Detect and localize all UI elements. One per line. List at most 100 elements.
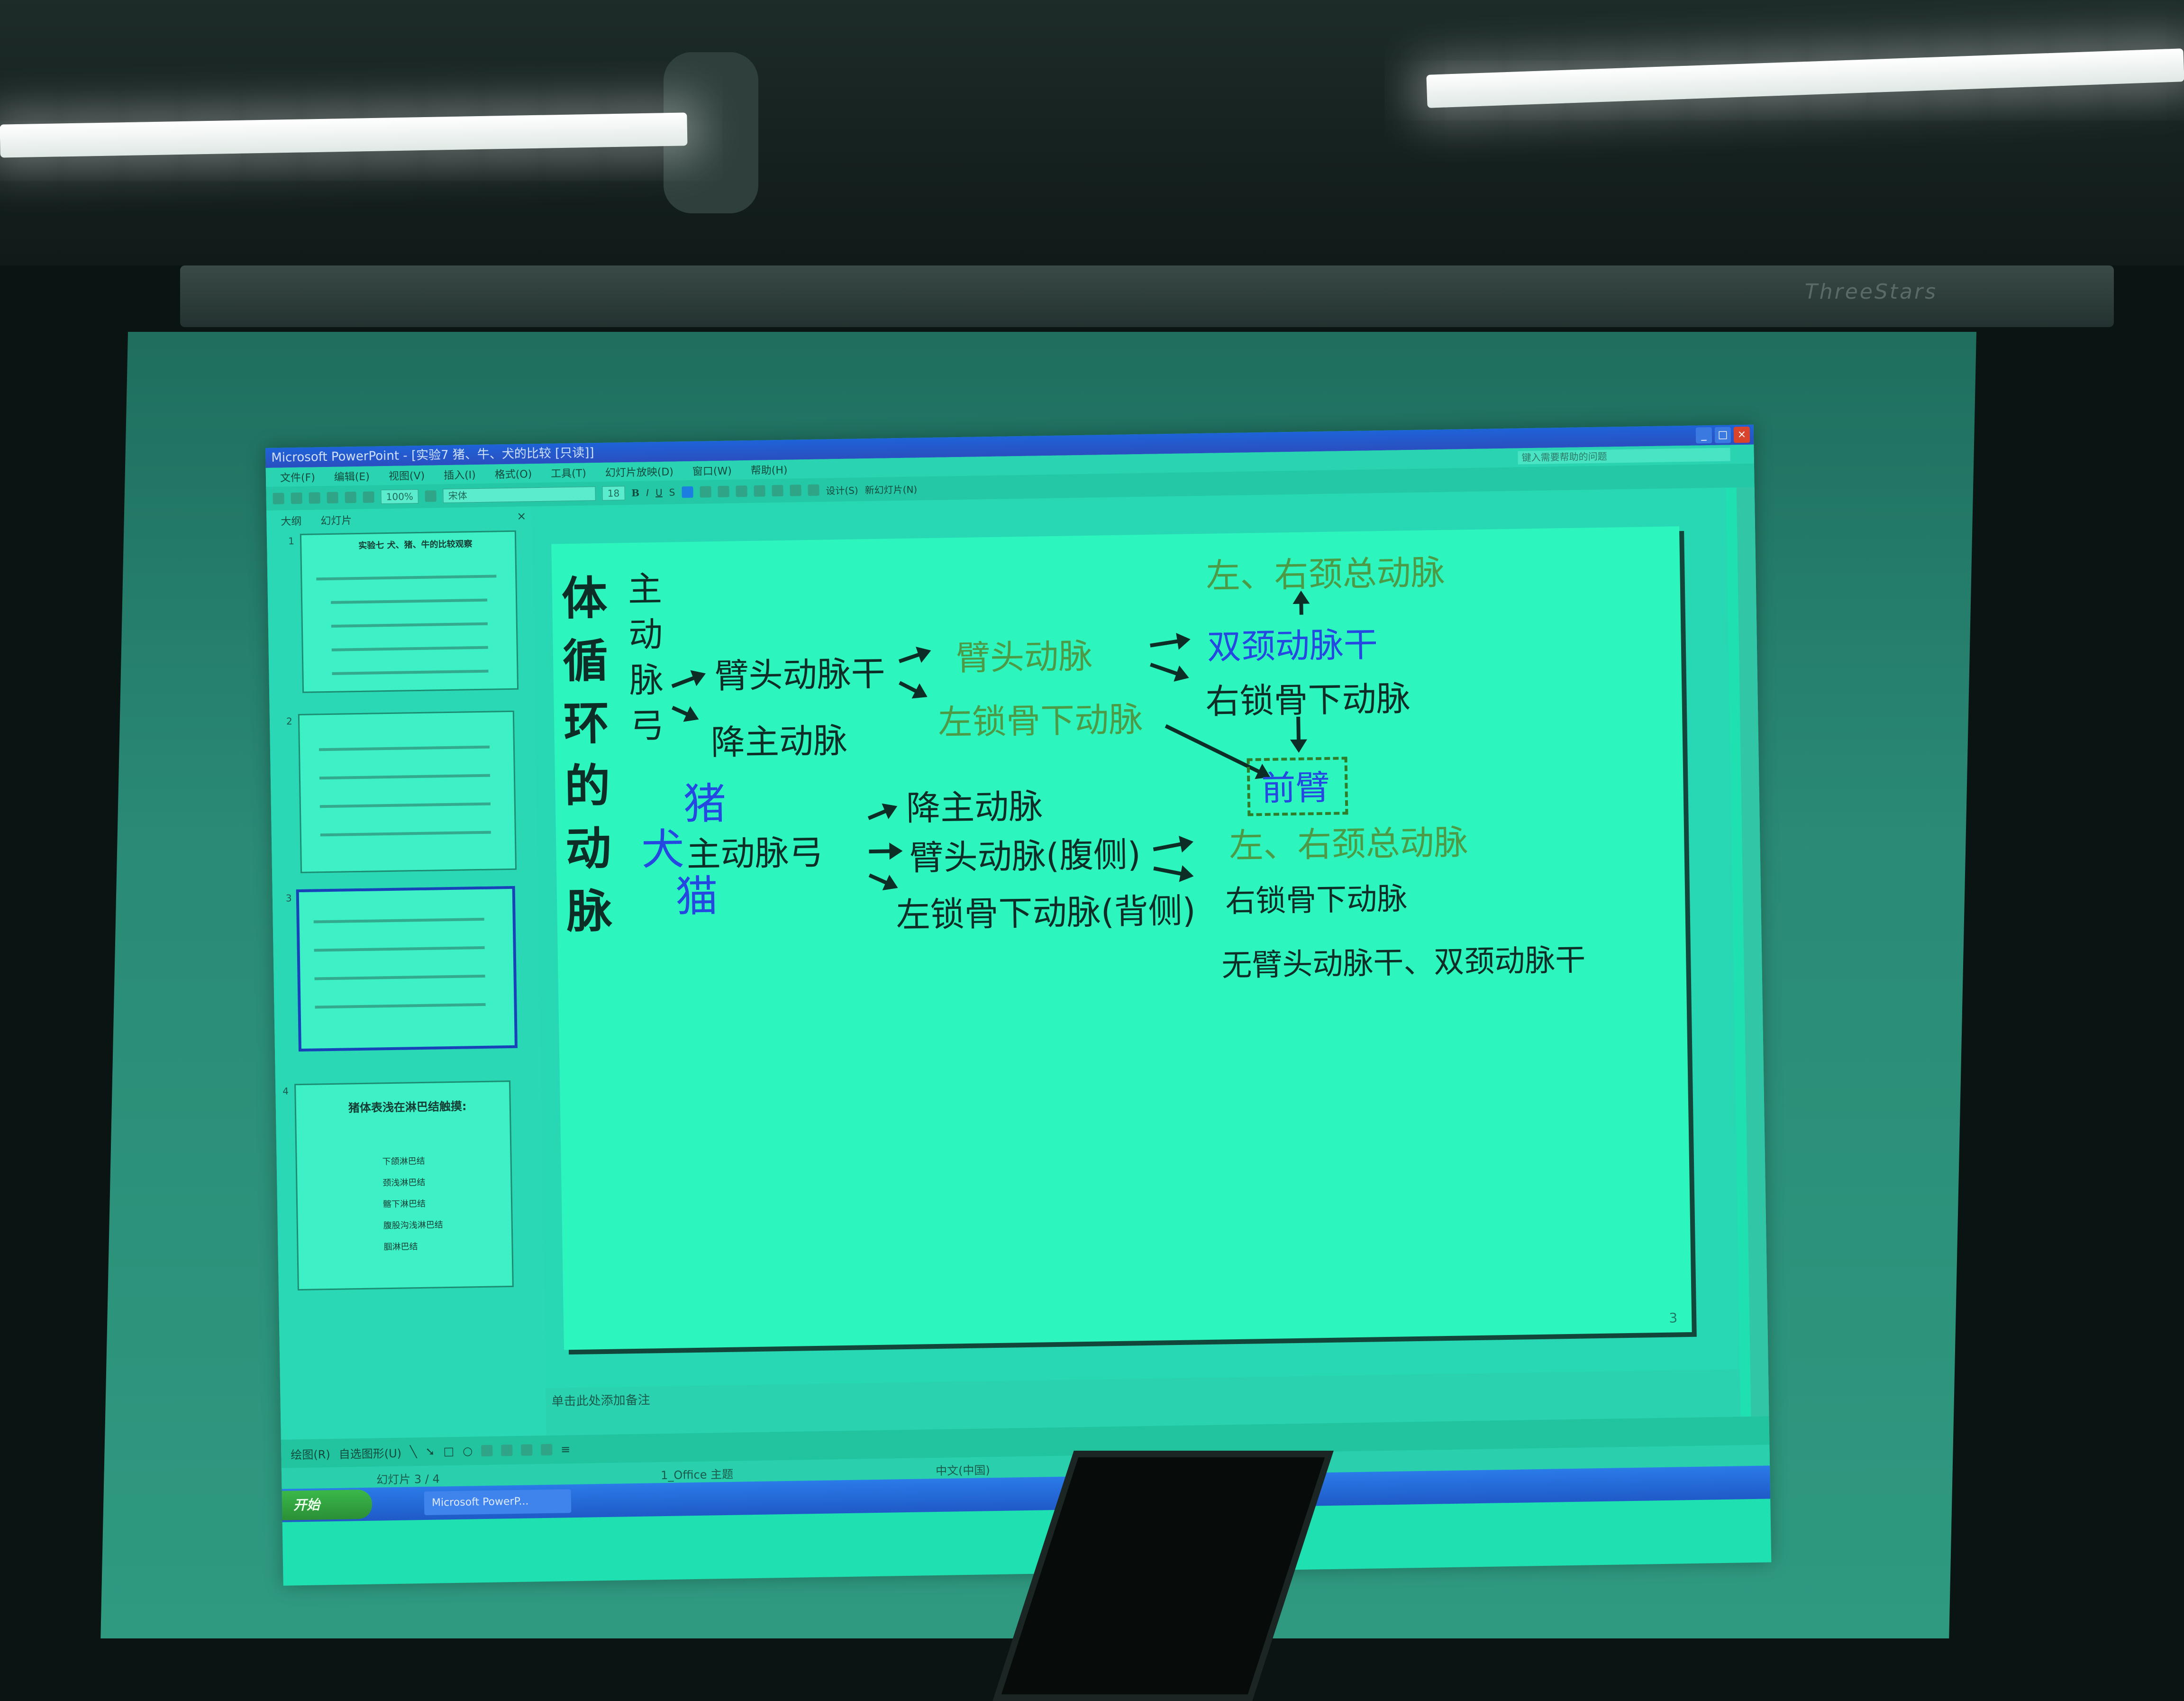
open-icon[interactable] xyxy=(291,492,302,504)
arrow-icon xyxy=(1153,840,1191,851)
line-style-icon[interactable]: ≡ xyxy=(561,1443,571,1456)
thumbnail-item: 腘淋巴结 xyxy=(383,1242,418,1253)
thumbnail-item: 下颌淋巴结 xyxy=(382,1156,425,1167)
tab-outline[interactable]: 大纲 xyxy=(281,513,302,529)
theme-name: 1_Office 主题 xyxy=(660,1467,734,1482)
brachiocephalic-ventral-label: 臂头动脉(腹侧) xyxy=(909,834,1141,878)
arrow-icon xyxy=(1296,716,1301,750)
design-button[interactable]: 设计(S) xyxy=(826,483,858,497)
zoom-select[interactable]: 100% xyxy=(381,489,419,504)
bicarotid-trunk-label: 双颈动脉干 xyxy=(1207,624,1378,667)
left-subclavian-dorsal-label: 左锁骨下动脉(背侧) xyxy=(895,890,1196,935)
thumbnail-number: 1 xyxy=(288,535,295,547)
arrow-icon xyxy=(671,672,704,688)
slide-thumbnail-2[interactable]: 2 xyxy=(286,710,517,873)
thumbnail-item: 髂下淋巴结 xyxy=(382,1198,426,1210)
align-right-icon[interactable] xyxy=(718,485,729,498)
slide-thumbnail-3[interactable]: 3 xyxy=(286,886,518,1052)
line-color-icon[interactable] xyxy=(540,1444,553,1456)
draw-menu[interactable]: 绘图(R) xyxy=(291,1445,330,1462)
descending-aorta-label: 降主动脉 xyxy=(710,720,848,763)
font-select[interactable]: 宋体 xyxy=(443,486,596,503)
menu-format[interactable]: 格式(O) xyxy=(494,466,532,481)
underline-icon[interactable]: U xyxy=(655,487,663,498)
slide-thumbnail-4[interactable]: 4 猪体表浅在淋巴结触摸: 下颌淋巴结 颈浅淋巴结 髂下淋巴结 腹股沟浅淋巴结 … xyxy=(282,1080,514,1291)
thumbnail-number: 2 xyxy=(286,715,292,727)
arrow-tool-icon[interactable]: ➘ xyxy=(425,1445,435,1458)
menu-slideshow[interactable]: 幻灯片放映(D) xyxy=(605,463,674,479)
menu-insert[interactable]: 插入(I) xyxy=(444,466,476,482)
thumbnail-number: 4 xyxy=(282,1085,289,1097)
arrow-icon xyxy=(1150,662,1187,679)
tab-slides[interactable]: 幻灯片 xyxy=(320,512,352,528)
arrow-icon xyxy=(672,705,697,720)
aortic-arch-label: 主动脉弓 xyxy=(628,568,664,746)
language-status: 中文(中国) xyxy=(935,1463,991,1478)
right-subclavian-label: 右锁骨下动脉 xyxy=(1205,678,1411,722)
bold-icon[interactable]: B xyxy=(631,487,639,499)
thumbnail-title: 实验七 犬、猪、牛的比较观察 xyxy=(358,539,473,551)
arrow-icon xyxy=(1150,638,1188,648)
slide-thumbnail-1[interactable]: 1 实验七 犬、猪、牛的比较观察 xyxy=(288,530,519,693)
arrow-icon xyxy=(868,873,896,889)
taskbar-powerpoint-item[interactable]: Microsoft PowerP... xyxy=(424,1489,572,1516)
screen-brand-label: ThreeStars xyxy=(1804,280,1938,304)
no-trunk-note: 无臂头动脉干、双颈动脉干 xyxy=(1221,942,1586,984)
species-pig-label: 猪 xyxy=(683,778,727,830)
thumbnail-number: 3 xyxy=(285,892,292,904)
decrease-font-icon[interactable] xyxy=(790,485,801,496)
powerpoint-window: Microsoft PowerPoint - [实验7 猪、牛、犬的比较 [只读… xyxy=(265,424,1772,1586)
close-button[interactable]: × xyxy=(1733,426,1750,443)
align-center-icon[interactable] xyxy=(700,486,711,498)
font-size-select[interactable]: 18 xyxy=(602,486,625,501)
align-left-icon[interactable] xyxy=(682,486,693,498)
slide-counter: 幻灯片 3 / 4 xyxy=(376,1472,440,1487)
textbox-icon[interactable] xyxy=(481,1445,493,1457)
menu-help[interactable]: 帮助(H) xyxy=(751,462,788,477)
shadow-icon[interactable]: S xyxy=(669,486,675,498)
italic-icon[interactable]: I xyxy=(646,487,649,498)
rectangle-icon[interactable]: □ xyxy=(443,1445,454,1458)
arrow-icon xyxy=(1153,866,1192,878)
menu-view[interactable]: 视图(V) xyxy=(389,467,425,483)
bullets-icon[interactable] xyxy=(754,485,765,497)
undo-icon[interactable] xyxy=(345,492,356,503)
new-slide-button[interactable]: 新幻灯片(N) xyxy=(864,482,917,496)
second-descending-aorta-label: 降主动脉 xyxy=(906,786,1043,828)
pane-close-icon[interactable]: × xyxy=(517,509,527,522)
carotids-label: 左、右颈总动脉 xyxy=(1205,552,1446,596)
window-title: Microsoft PowerPoint - [实验7 猪、牛、犬的比较 [只读… xyxy=(271,446,594,465)
slide-canvas[interactable]: 体循环的动脉 主动脉弓 臂头动脉干 降主动脉 臂头动脉 左锁骨下动脉 双颈动脉干… xyxy=(551,526,1692,1350)
thumbnail-item: 腹股沟浅淋巴结 xyxy=(383,1220,443,1231)
arrow-icon xyxy=(899,681,926,697)
numbering-icon[interactable] xyxy=(736,485,747,497)
slide-editing-area: 体循环的动脉 主动脉弓 臂头动脉干 降主动脉 臂头动脉 左锁骨下动脉 双颈动脉干… xyxy=(532,487,1740,1388)
help-icon[interactable] xyxy=(425,490,437,502)
print-icon[interactable] xyxy=(327,492,338,503)
autoshapes-menu[interactable]: 自选图形(U) xyxy=(338,1444,402,1461)
brachiocephalic-artery-label: 臂头动脉 xyxy=(956,636,1093,678)
slide-number: 3 xyxy=(1669,1310,1678,1326)
minimize-button[interactable]: _ xyxy=(1695,427,1712,444)
menu-window[interactable]: 窗口(W) xyxy=(692,463,732,478)
line-icon[interactable]: ╲ xyxy=(410,1445,417,1458)
maximize-button[interactable]: □ xyxy=(1714,427,1731,443)
increase-font-icon[interactable] xyxy=(772,485,783,497)
menu-tools[interactable]: 工具(T) xyxy=(551,465,586,480)
oval-icon[interactable]: ○ xyxy=(463,1444,473,1457)
new-icon[interactable] xyxy=(273,493,284,504)
brachiocephalic-trunk-label: 臂头动脉干 xyxy=(714,653,886,696)
font-color-icon[interactable] xyxy=(808,484,819,496)
redo-icon[interactable] xyxy=(363,491,374,503)
save-icon[interactable] xyxy=(309,492,320,504)
slide-title-vertical: 体循环的动脉 xyxy=(561,571,613,939)
left-subclavian-label: 左锁骨下动脉 xyxy=(937,699,1143,742)
start-button[interactable]: 开始 xyxy=(282,1489,373,1520)
wordart-icon[interactable] xyxy=(500,1445,513,1456)
menu-edit[interactable]: 编辑(E) xyxy=(334,468,370,484)
forelimb-label: 前臂 xyxy=(1261,767,1330,809)
arrow-icon xyxy=(869,849,900,854)
fill-color-icon[interactable] xyxy=(520,1444,533,1456)
menu-file[interactable]: 文件(F) xyxy=(280,469,315,485)
arrow-icon xyxy=(867,805,896,820)
